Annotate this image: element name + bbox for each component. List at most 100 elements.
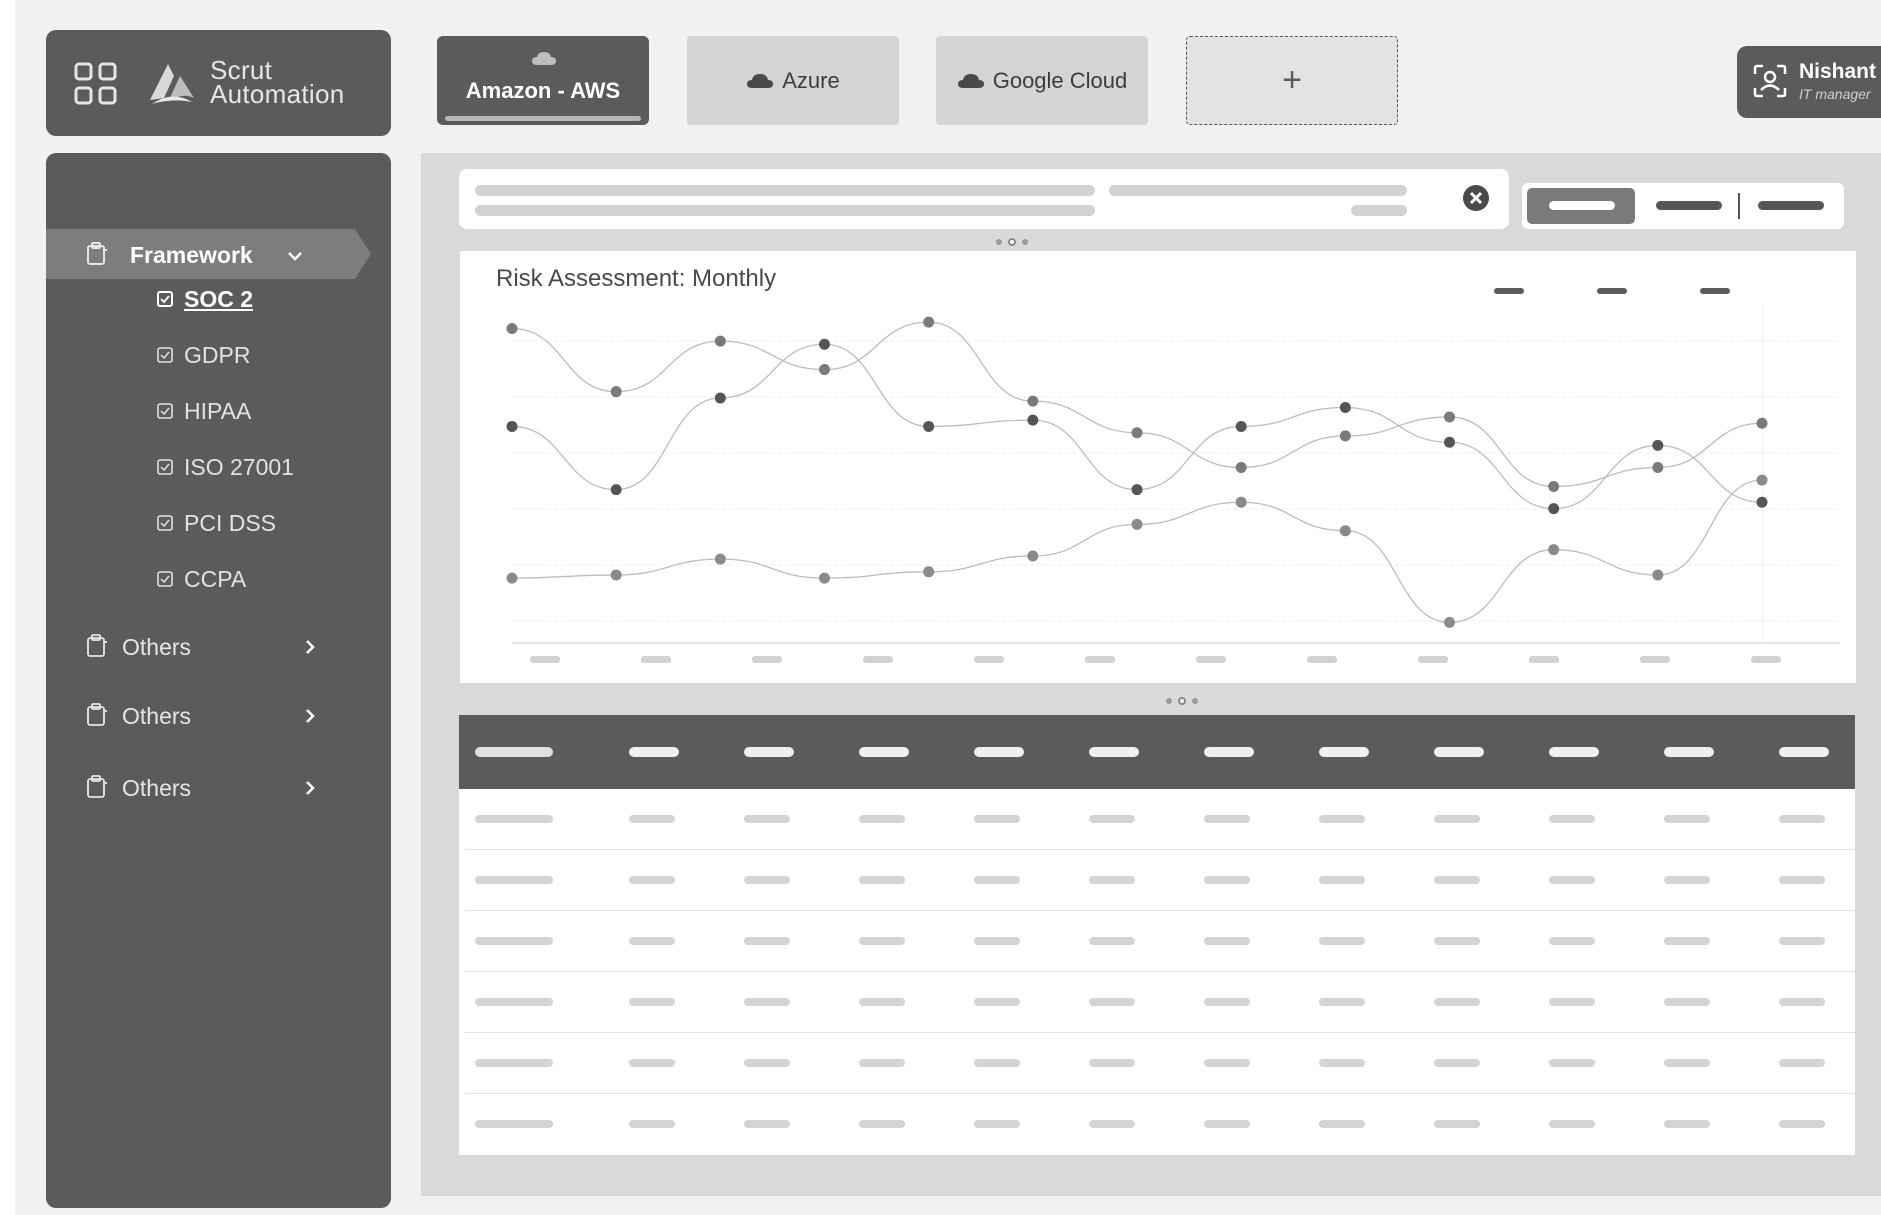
table-cell xyxy=(1089,937,1135,945)
tab-azure[interactable]: Azure xyxy=(687,36,899,125)
data-point xyxy=(1756,417,1768,429)
table-cell xyxy=(1664,937,1710,945)
table-header-cell xyxy=(859,747,909,757)
sidebar-subitem-soc2[interactable]: SOC 2 xyxy=(156,283,253,315)
sidebar-item-others-2[interactable]: Others xyxy=(86,698,326,734)
sidebar-subitem-pcidss[interactable]: PCI DSS xyxy=(156,507,276,539)
chevron-down-icon[interactable] xyxy=(286,247,304,265)
data-point xyxy=(1652,462,1664,474)
table-cell xyxy=(1204,1059,1250,1067)
table-cell xyxy=(475,876,553,884)
filter-bar[interactable] xyxy=(459,169,1509,229)
sidebar-item-label: Others xyxy=(122,634,192,660)
data-point xyxy=(1339,401,1351,413)
view-toggle-option-1[interactable] xyxy=(1527,188,1635,224)
tab-label: Google Cloud xyxy=(992,67,1128,93)
table-cell xyxy=(1089,998,1135,1006)
user-role: IT manager xyxy=(1799,86,1871,102)
table-cell xyxy=(1319,815,1365,823)
data-point xyxy=(1339,430,1351,442)
table-row-divider xyxy=(465,1032,1855,1033)
table-header-cell xyxy=(475,747,553,757)
table-cell xyxy=(1319,1120,1365,1128)
data-point xyxy=(506,420,518,432)
table-row-divider xyxy=(465,971,1855,972)
series-line-2 xyxy=(511,343,1763,510)
table-header-cell xyxy=(1089,747,1139,757)
table-cell xyxy=(974,1120,1020,1128)
data-point xyxy=(1548,480,1560,492)
table-cell xyxy=(1089,815,1135,823)
plus-icon: + xyxy=(1282,61,1302,99)
placeholder-line xyxy=(1656,201,1722,210)
add-cloud-button[interactable]: + xyxy=(1186,36,1398,125)
table-cell xyxy=(1779,815,1825,823)
resize-handle[interactable] xyxy=(1166,696,1198,706)
table-header-cell xyxy=(1664,747,1714,757)
grid-icon[interactable] xyxy=(74,62,118,106)
sidebar-subitem-hipaa[interactable]: HIPAA xyxy=(156,395,251,427)
data-point xyxy=(819,338,830,350)
active-tab-indicator xyxy=(445,116,641,121)
table-cell xyxy=(1204,937,1250,945)
table-row-divider xyxy=(465,849,1855,850)
table-cell xyxy=(744,876,790,884)
chevron-right-icon xyxy=(306,709,315,723)
data-point xyxy=(923,316,935,328)
checklist-icon xyxy=(157,459,173,475)
table-cell xyxy=(1779,998,1825,1006)
clear-filter-icon[interactable] xyxy=(1461,183,1491,213)
table-cell xyxy=(475,1120,553,1128)
sidebar-item-others-1[interactable]: Others xyxy=(86,629,326,665)
brand-name: Scrut Automation xyxy=(210,57,345,107)
placeholder-line xyxy=(1351,205,1407,216)
cloud-icon xyxy=(532,52,556,65)
sidebar-item-label: Others xyxy=(122,703,192,729)
sidebar-item-framework[interactable]: Framework xyxy=(46,229,371,279)
table-cell xyxy=(1204,876,1250,884)
sidebar: Framework SOC 2 GDPR HIPAA ISO 27001 PCI… xyxy=(46,153,391,1208)
chart-title: Risk Assessment: Monthly xyxy=(496,265,777,292)
table-cell xyxy=(1319,876,1365,884)
sidebar-subitem-label: ISO 27001 xyxy=(184,453,294,480)
sidebar-subitem-ccpa[interactable]: CCPA xyxy=(156,563,246,595)
tab-google-cloud[interactable]: Google Cloud xyxy=(936,36,1148,125)
user-profile-chip[interactable]: Nishant IT manager xyxy=(1737,46,1881,118)
placeholder-line xyxy=(1758,201,1824,210)
tab-aws[interactable]: Amazon - AWS xyxy=(437,36,649,125)
sidebar-subitem-iso27001[interactable]: ISO 27001 xyxy=(156,451,294,483)
data-point xyxy=(714,392,726,404)
table-cell xyxy=(744,998,790,1006)
view-toggle-option-2[interactable] xyxy=(1642,188,1732,224)
table-cell xyxy=(859,1059,905,1067)
table-cell xyxy=(1664,1059,1710,1067)
data-point xyxy=(1756,496,1768,508)
view-toggle-option-3[interactable] xyxy=(1744,188,1839,224)
table-header xyxy=(459,715,1855,789)
x-tick-label xyxy=(1529,656,1559,663)
table-cell xyxy=(1549,876,1595,884)
legend-entry xyxy=(1700,288,1730,294)
table-cell xyxy=(1779,1059,1825,1067)
sidebar-item-others-3[interactable]: Others xyxy=(86,770,326,806)
table-cell xyxy=(1434,937,1480,945)
table-cell xyxy=(629,937,675,945)
table-cell xyxy=(1549,1059,1595,1067)
x-tick-label xyxy=(752,656,782,663)
table-cell xyxy=(1779,876,1825,884)
table-cell xyxy=(1779,1120,1825,1128)
table-cell xyxy=(1434,815,1480,823)
cloud-icon xyxy=(957,73,984,88)
risk-line-chart xyxy=(506,288,1840,663)
table-cell xyxy=(475,815,553,823)
x-tick-label xyxy=(530,656,560,663)
table-cell xyxy=(974,876,1020,884)
table-header-cell xyxy=(1319,747,1369,757)
resize-handle[interactable] xyxy=(996,237,1028,247)
table-cell xyxy=(1319,1059,1365,1067)
toggle-divider xyxy=(1738,193,1740,219)
sidebar-subitem-label: CCPA xyxy=(184,565,247,592)
data-point xyxy=(1131,518,1143,530)
sidebar-subitem-gdpr[interactable]: GDPR xyxy=(156,339,250,371)
table-cell xyxy=(1549,1120,1595,1128)
